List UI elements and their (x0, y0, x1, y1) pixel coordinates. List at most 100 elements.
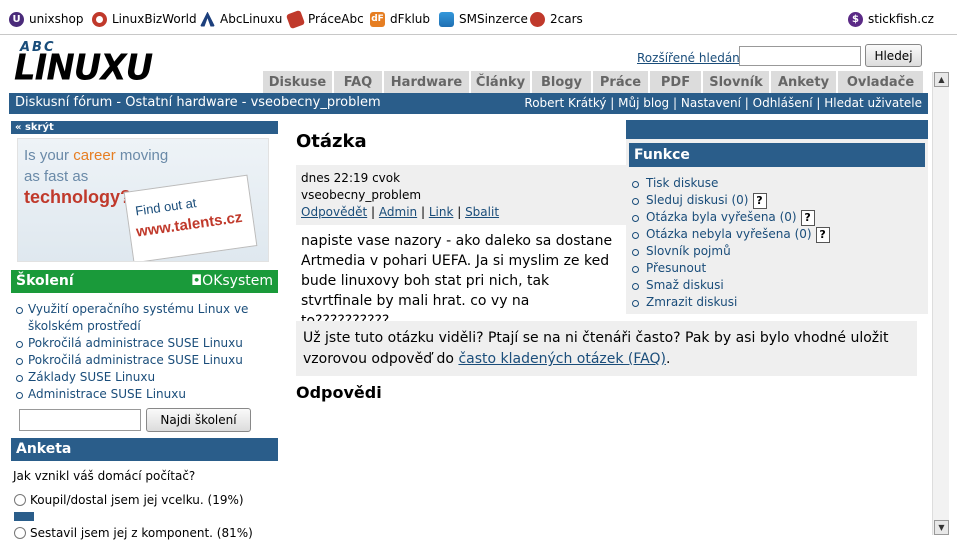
breadcrumb[interactable]: Diskusní fórum - Ostatní hardware - vseo… (15, 95, 381, 110)
tab-clanky[interactable]: Články (469, 71, 530, 93)
help-icon[interactable]: ? (800, 209, 815, 226)
skoleni-search-input[interactable] (19, 409, 141, 431)
help-icon[interactable]: ? (752, 192, 767, 209)
poll-option-label: Koupil/dostal jsem jej vcelku. (19%) (30, 493, 244, 507)
function-freeze[interactable]: Zmrazit diskusi (630, 294, 830, 311)
partner-label: dFklub (390, 12, 431, 26)
admin-link[interactable]: Admin (379, 205, 417, 219)
user-links: Robert Krátký | Můj blog | Nastavení | O… (524, 96, 922, 110)
function-watch[interactable]: Sleduj diskusi (0)? (630, 192, 830, 209)
skoleni-item[interactable]: Využití operačního systému Linux ve škol… (14, 301, 276, 335)
skoleni-list: Využití operačního systému Linux ve škol… (14, 301, 276, 403)
site-logo[interactable]: ABC LINUXU (14, 40, 164, 89)
hide-label: skrýt (24, 122, 54, 133)
find-training-button[interactable]: Najdi školení (146, 408, 251, 432)
partner-2cars[interactable]: 2cars (530, 10, 583, 28)
collapse-link[interactable]: Sbalit (465, 205, 499, 219)
double-chevron-left-icon: « (15, 122, 22, 133)
oksystem-icon: ◘ (191, 273, 203, 289)
poll-radio[interactable] (14, 494, 26, 506)
user-link-search-users[interactable]: Hledat uživatele (824, 96, 922, 110)
poll-header: Anketa (11, 438, 278, 461)
scroll-up-arrow-icon[interactable]: ▲ (934, 72, 949, 87)
search-button[interactable]: Hledej (865, 44, 922, 67)
advanced-search-link[interactable]: Rozšířené hledání (637, 51, 743, 65)
skoleni-item[interactable]: Pokročilá administrace SUSE Linuxu (14, 352, 276, 369)
unixshop-icon: U (9, 11, 24, 27)
user-link-settings[interactable]: Nastavení (681, 96, 741, 110)
functions-panel: Funkce Tisk diskuse Sleduj diskusi (0)? … (626, 120, 928, 314)
partner-abclinuxu[interactable]: AbcLinuxu (200, 10, 282, 28)
poll-option[interactable]: Koupil/dostal jsem jej vcelku. (19%) (14, 493, 244, 507)
main-tabs: Diskuse FAQ Hardware Články Blogy Práce … (261, 71, 923, 93)
partner-stickfish[interactable]: $ stickfish.cz (848, 10, 934, 28)
abclinuxu-icon (200, 11, 215, 27)
tab-hardware[interactable]: Hardware (382, 71, 469, 93)
partner-label: SMSinzerce (459, 12, 528, 26)
partner-praceabc[interactable]: PráceAbc (285, 9, 364, 29)
tab-prace[interactable]: Práce (591, 71, 648, 93)
poll-radio[interactable] (14, 527, 26, 539)
tab-slovnik[interactable]: Slovník (701, 71, 769, 93)
question-subject: vseobecny_problem (301, 188, 422, 202)
tab-blogy[interactable]: Blogy (530, 71, 591, 93)
dfklub-icon: dF (370, 11, 385, 27)
linuxbizworld-icon (92, 11, 107, 27)
partner-label: stickfish.cz (868, 12, 934, 26)
talents-banner[interactable]: Is your career moving as fast as technol… (17, 138, 269, 262)
function-dictionary[interactable]: Slovník pojmů (630, 243, 830, 260)
reply-link[interactable]: Odpovědět (301, 205, 367, 219)
tab-faq[interactable]: FAQ (332, 71, 382, 93)
scroll-down-arrow-icon[interactable]: ▼ (934, 520, 949, 535)
tab-pdf[interactable]: PDF (648, 71, 701, 93)
partner-bar: U unixshop LinuxBizWorld AbcLinuxu Práce… (0, 0, 957, 35)
tab-ankety[interactable]: Ankety (769, 71, 836, 93)
logo-linuxu: LINUXU (14, 47, 153, 89)
partner-unixshop[interactable]: U unixshop (9, 10, 83, 28)
user-link-profile[interactable]: Robert Krátký (524, 96, 606, 110)
partner-smsinzerce[interactable]: SMSinzerce (439, 10, 528, 28)
smsinzerce-icon (439, 11, 454, 27)
question-actions: Odpovědět | Admin | Link | Sbalit (301, 205, 500, 219)
poll-option-label: Sestavil jsem jej z komponent. (81%) (30, 526, 253, 540)
skoleni-item[interactable]: Pokročilá administrace SUSE Linuxu (14, 335, 276, 352)
question-date-author: dnes 22:19 cvok (301, 171, 401, 185)
oksystem-logo[interactable]: ◘OKsystem (191, 273, 273, 289)
hide-sidebar-toggle[interactable]: « skrýt (11, 121, 278, 134)
functions-title: Funkce (629, 143, 925, 167)
partner-label: AbcLinuxu (220, 12, 283, 26)
skoleni-header: Školení ◘OKsystem (11, 270, 278, 293)
praceabc-icon (285, 9, 306, 29)
user-link-logout[interactable]: Odhlášení (753, 96, 813, 110)
help-icon[interactable]: ? (815, 226, 830, 243)
functions-panel-topbar (626, 120, 928, 139)
search-input[interactable] (739, 46, 861, 66)
breadcrumb-bar: Diskusní fórum - Ostatní hardware - vseo… (9, 93, 928, 114)
function-move[interactable]: Přesunout (630, 260, 830, 277)
function-delete[interactable]: Smaž diskusi (630, 277, 830, 294)
stickfish-icon: $ (848, 11, 863, 27)
poll-option[interactable]: Sestavil jsem jej z komponent. (81%) (14, 526, 253, 540)
vertical-scrollbar[interactable]: ▲ ▼ (932, 72, 949, 535)
function-solved[interactable]: Otázka byla vyřešena (0)? (630, 209, 830, 226)
poll-question: Jak vznikl váš domácí počítač? (13, 469, 196, 483)
skoleni-title[interactable]: Školení (16, 273, 74, 289)
poll-result-bar (14, 512, 34, 521)
answers-heading: Odpovědi (296, 383, 382, 402)
faq-link[interactable]: často kladených otázek (FAQ) (458, 351, 666, 367)
skoleni-item[interactable]: Administrace SUSE Linuxu (14, 386, 276, 403)
tab-diskuse[interactable]: Diskuse (261, 71, 332, 93)
partner-linuxbizworld[interactable]: LinuxBizWorld (92, 10, 197, 28)
banner-technology: technology? (24, 187, 131, 207)
function-print[interactable]: Tisk diskuse (630, 175, 830, 192)
banner-board-line1: Find out at (134, 195, 198, 219)
permalink[interactable]: Link (429, 205, 454, 219)
faq-notice: Už jste tuto otázku viděli? Ptají se na … (296, 321, 917, 376)
partner-label: LinuxBizWorld (112, 12, 197, 26)
partner-dfklub[interactable]: dF dFklub (370, 10, 430, 28)
partner-label: unixshop (29, 12, 84, 26)
skoleni-item[interactable]: Základy SUSE Linuxu (14, 369, 276, 386)
function-unsolved[interactable]: Otázka nebyla vyřešena (0)? (630, 226, 830, 243)
user-link-blog[interactable]: Můj blog (618, 96, 669, 110)
tab-ovladace[interactable]: Ovladače (836, 71, 923, 93)
